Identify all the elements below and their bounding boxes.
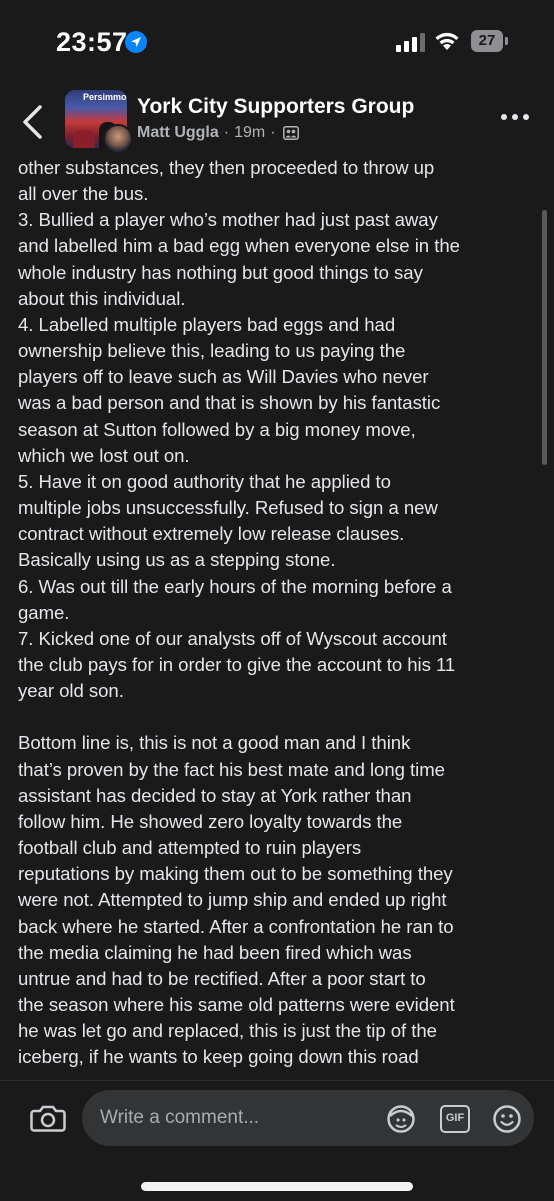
avatar-sticker-icon[interactable]: [386, 1104, 416, 1134]
more-dots-icon[interactable]: [500, 112, 530, 122]
cellular-signal-icon: [396, 33, 425, 52]
scrollbar[interactable]: [542, 210, 547, 465]
battery-tip: [505, 37, 508, 45]
thumb-figure: [73, 130, 95, 148]
battery-level: 27: [471, 30, 503, 52]
thumb-sponsor-text: Persimmon: [83, 92, 127, 102]
author-avatar[interactable]: [103, 124, 133, 154]
gif-button[interactable]: GIF: [440, 1105, 470, 1133]
comment-bar: GIF: [0, 1080, 554, 1201]
emoji-icon[interactable]: [492, 1104, 522, 1134]
author-name[interactable]: Matt Uggla: [137, 124, 219, 142]
home-indicator[interactable]: [141, 1182, 413, 1191]
post-text: other substances, they then proceeded to…: [18, 157, 460, 1068]
meta-separator: ·: [223, 124, 230, 141]
wifi-icon: [435, 32, 459, 50]
post-header: Persimmon York City Supporters Group Mat…: [0, 80, 554, 160]
post-body: other substances, they then proceeded to…: [18, 155, 530, 1070]
privacy-group-icon: [282, 126, 299, 140]
post-meta: Matt Uggla · 19m ·: [137, 124, 299, 142]
status-time: 23:57: [56, 27, 128, 57]
status-bar: 23:57 27: [0, 0, 554, 80]
camera-icon[interactable]: [30, 1103, 66, 1133]
back-chevron-icon[interactable]: [20, 104, 46, 140]
meta-separator: ·: [270, 124, 276, 141]
location-arrow-icon: [125, 31, 147, 53]
group-name[interactable]: York City Supporters Group: [137, 95, 414, 119]
post-time[interactable]: 19m: [234, 124, 265, 142]
battery-icon: 27: [471, 30, 509, 52]
